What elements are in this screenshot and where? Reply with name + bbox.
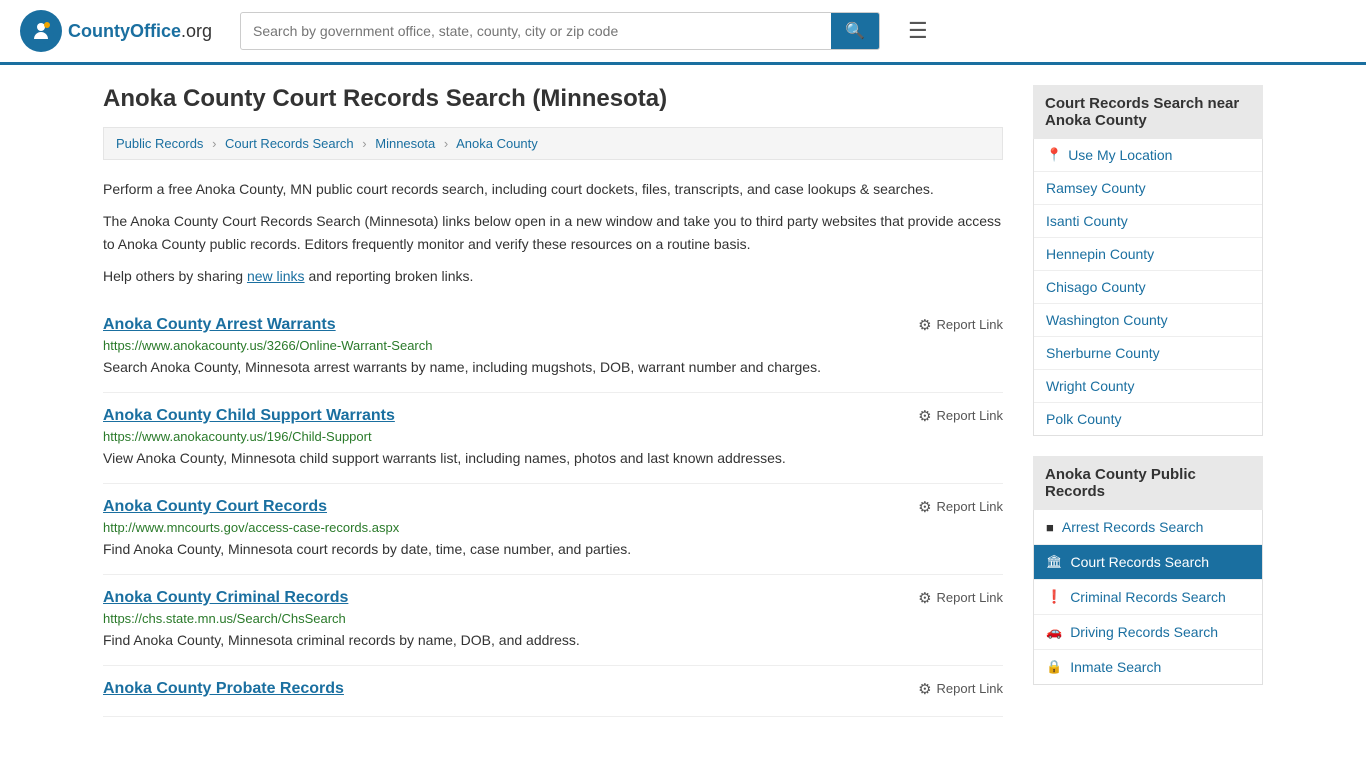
new-links-link[interactable]: new links — [247, 268, 305, 284]
sidebar: Court Records Search near Anoka County 📍… — [1033, 85, 1263, 717]
report-link-2[interactable]: ⚙ Report Link — [918, 498, 1003, 516]
report-icon-0: ⚙ — [918, 316, 931, 334]
record-title-1[interactable]: Anoka County Child Support Warrants — [103, 407, 395, 425]
search-button[interactable]: 🔍 — [831, 13, 879, 49]
public-record-item-0[interactable]: ■ Arrest Records Search — [1034, 510, 1262, 545]
nearby-county-item: Polk County — [1034, 403, 1262, 435]
pub-icon-2: ❗ — [1046, 589, 1062, 605]
record-item: Anoka County Arrest Warrants ⚙ Report Li… — [103, 302, 1003, 393]
pub-icon-3: 🚗 — [1046, 624, 1062, 640]
nearby-section: Court Records Search near Anoka County 📍… — [1033, 85, 1263, 436]
public-records-links: ■ Arrest Records Search 🏛Court Records Sea… — [1033, 510, 1263, 685]
record-desc-1: View Anoka County, Minnesota child suppo… — [103, 448, 1003, 469]
report-icon-3: ⚙ — [918, 589, 931, 607]
nearby-county-item: Chisago County — [1034, 271, 1262, 304]
record-url-0: https://www.anokacounty.us/3266/Online-W… — [103, 338, 1003, 353]
breadcrumb-public-records[interactable]: Public Records — [116, 136, 203, 151]
logo-icon — [20, 10, 62, 52]
public-records-heading: Anoka County Public Records — [1033, 456, 1263, 510]
record-desc-0: Search Anoka County, Minnesota arrest wa… — [103, 357, 1003, 378]
record-title-0[interactable]: Anoka County Arrest Warrants — [103, 316, 336, 334]
nearby-heading: Court Records Search near Anoka County — [1033, 85, 1263, 139]
report-link-4[interactable]: ⚙ Report Link — [918, 680, 1003, 698]
report-icon-4: ⚙ — [918, 680, 931, 698]
nearby-county-item: Hennepin County — [1034, 238, 1262, 271]
record-desc-3: Find Anoka County, Minnesota criminal re… — [103, 630, 1003, 651]
content-area: Anoka County Court Records Search (Minne… — [103, 85, 1003, 717]
main-layout: Anoka County Court Records Search (Minne… — [83, 65, 1283, 737]
breadcrumb-minnesota[interactable]: Minnesota — [375, 136, 435, 151]
pub-icon-4: 🔒 — [1046, 659, 1062, 675]
public-record-item-4[interactable]: 🔒 Inmate Search — [1034, 650, 1262, 684]
record-item: Anoka County Probate Records ⚙ Report Li… — [103, 666, 1003, 717]
public-records-section: Anoka County Public Records ■ Arrest Reco… — [1033, 456, 1263, 685]
record-desc-2: Find Anoka County, Minnesota court recor… — [103, 539, 1003, 560]
nearby-county-link-5[interactable]: Sherburne County — [1046, 345, 1160, 361]
record-url-1: https://www.anokacounty.us/196/Child-Sup… — [103, 429, 1003, 444]
nearby-county-link-7[interactable]: Polk County — [1046, 411, 1121, 427]
use-my-location-item[interactable]: 📍 Use My Location — [1034, 139, 1262, 172]
pub-link-4[interactable]: Inmate Search — [1070, 659, 1161, 675]
menu-button[interactable]: ☰ — [900, 14, 936, 48]
report-icon-2: ⚙ — [918, 498, 931, 516]
nearby-county-link-4[interactable]: Washington County — [1046, 312, 1168, 328]
report-link-1[interactable]: ⚙ Report Link — [918, 407, 1003, 425]
header: CountyOffice.org 🔍 ☰ — [0, 0, 1366, 65]
page-title: Anoka County Court Records Search (Minne… — [103, 85, 1003, 113]
nearby-county-link-6[interactable]: Wright County — [1046, 378, 1134, 394]
description-p3: Help others by sharing new links and rep… — [103, 265, 1003, 287]
description-p2: The Anoka County Court Records Search (M… — [103, 210, 1003, 255]
location-icon: 📍 — [1046, 147, 1062, 163]
nearby-links: 📍 Use My Location Ramsey County Isanti Co… — [1033, 139, 1263, 436]
public-record-item-1[interactable]: 🏛Court Records Search — [1034, 545, 1262, 580]
pub-link-3[interactable]: Driving Records Search — [1070, 624, 1218, 640]
breadcrumb: Public Records › Court Records Search › … — [103, 127, 1003, 160]
use-my-location-link[interactable]: Use My Location — [1068, 147, 1172, 163]
logo-area: CountyOffice.org — [20, 10, 220, 52]
record-title-3[interactable]: Anoka County Criminal Records — [103, 589, 348, 607]
nearby-county-link-0[interactable]: Ramsey County — [1046, 180, 1146, 196]
public-record-item-3[interactable]: 🚗 Driving Records Search — [1034, 615, 1262, 650]
pub-link-0[interactable]: Arrest Records Search — [1062, 519, 1204, 535]
report-link-3[interactable]: ⚙ Report Link — [918, 589, 1003, 607]
nearby-county-link-1[interactable]: Isanti County — [1046, 213, 1128, 229]
nearby-county-link-2[interactable]: Hennepin County — [1046, 246, 1154, 262]
record-item: Anoka County Criminal Records ⚙ Report L… — [103, 575, 1003, 666]
public-record-item-2[interactable]: ❗ Criminal Records Search — [1034, 580, 1262, 615]
record-title-2[interactable]: Anoka County Court Records — [103, 498, 327, 516]
pub-link-2[interactable]: Criminal Records Search — [1070, 589, 1226, 605]
record-item: Anoka County Child Support Warrants ⚙ Re… — [103, 393, 1003, 484]
breadcrumb-anoka-county[interactable]: Anoka County — [456, 136, 538, 151]
report-link-0[interactable]: ⚙ Report Link — [918, 316, 1003, 334]
nearby-county-item: Wright County — [1034, 370, 1262, 403]
record-url-2: http://www.mncourts.gov/access-case-reco… — [103, 520, 1003, 535]
nearby-counties-list: Ramsey County Isanti County Hennepin Count… — [1034, 172, 1262, 435]
record-url-3: https://chs.state.mn.us/Search/ChsSearch — [103, 611, 1003, 626]
record-title-4[interactable]: Anoka County Probate Records — [103, 680, 344, 698]
nearby-county-link-3[interactable]: Chisago County — [1046, 279, 1146, 295]
pub-icon-0: ■ — [1046, 520, 1054, 535]
pub-icon-1: 🏛 — [1046, 554, 1063, 570]
breadcrumb-court-records-search[interactable]: Court Records Search — [225, 136, 354, 151]
records-list: Anoka County Arrest Warrants ⚙ Report Li… — [103, 302, 1003, 717]
record-item: Anoka County Court Records ⚙ Report Link… — [103, 484, 1003, 575]
nearby-county-item: Sherburne County — [1034, 337, 1262, 370]
nearby-county-item: Isanti County — [1034, 205, 1262, 238]
description-p1: Perform a free Anoka County, MN public c… — [103, 178, 1003, 200]
search-input[interactable] — [241, 15, 831, 47]
description: Perform a free Anoka County, MN public c… — [103, 178, 1003, 288]
report-icon-1: ⚙ — [918, 407, 931, 425]
search-area: 🔍 — [240, 12, 880, 50]
nearby-county-item: Ramsey County — [1034, 172, 1262, 205]
nearby-county-item: Washington County — [1034, 304, 1262, 337]
logo-text: CountyOffice.org — [68, 21, 212, 42]
